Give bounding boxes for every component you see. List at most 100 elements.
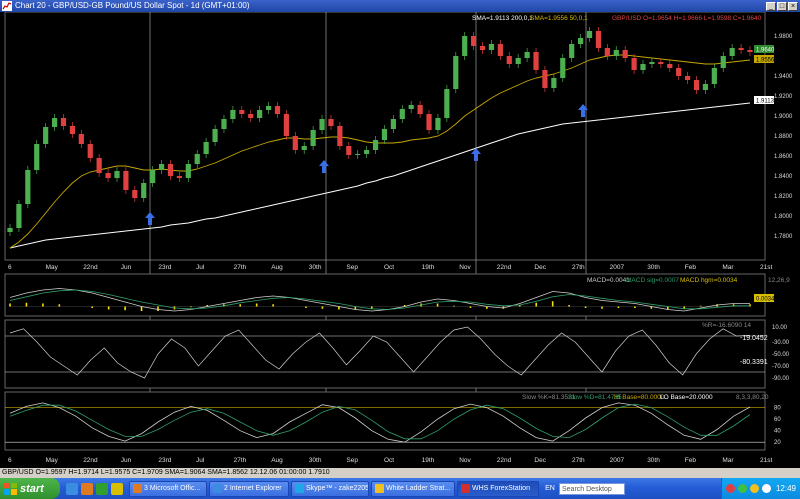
candle-body [471,36,477,46]
date-tick-label: 27th [234,264,247,271]
date-axis: 6 May 22nd Jun 23rd Jul 27th Aug 30th Sep Oct 19th N… [8,264,772,271]
candle-body [194,154,200,164]
desktop-quick-icon[interactable] [96,482,108,495]
candle-body [60,118,67,126]
date-tick-label: May [46,264,59,271]
task-label: 3 Microsoft Offic... [144,484,201,492]
candle-body [319,119,325,130]
taskbar-task-1[interactable]: 2 Internet Explorer [209,480,289,497]
task-label: Skype™ - zake2205 [306,484,369,492]
chart-canvas[interactable]: SMA=1.9113 200,0,1 SMA=1.9556 50,0,1 GBP… [2,11,798,468]
wr-trend-tag: -80.3391 [740,359,768,366]
candle-body [34,144,40,170]
task-label: 2 Internet Explorer [224,484,282,492]
price-tick-label: 1.9800 [774,34,793,40]
candle-body [7,228,13,232]
tray-icon-network[interactable] [737,484,747,493]
date-tick-label: 30th [309,264,322,271]
candle-body [747,50,753,52]
task-app-icon [133,484,142,493]
candle-body [176,176,182,178]
stoch-tick-label: 80 [774,406,781,412]
maximize-button[interactable]: □ [777,1,787,11]
candle-body [729,48,735,56]
tray-icon-antivirus[interactable] [725,484,735,493]
candle-body [185,164,191,178]
sma200-header: SMA=1.9113 200,0,1 [472,15,533,22]
chart-app-icon [2,1,12,11]
candle-body [488,44,495,50]
candle-body [328,119,334,126]
sma200-price-tag: 1.9113 [756,99,775,105]
window-title: Chart 20 - GBP/USD-GB Pound/US Dollar Sp… [15,1,250,10]
sma50-price-tag: 1.9556 [756,58,775,64]
price-tick-label: 1.8400 [774,174,793,180]
tray-icon-volume[interactable] [761,484,771,493]
candle-body [355,154,361,155]
date-tick-label: Jul [196,264,205,271]
candle-body [16,204,22,228]
media-quick-icon[interactable] [81,482,93,495]
date-tick-label: 22nd [83,457,98,464]
date-tick-label: 6 [8,457,12,464]
candle-body [390,119,396,129]
candle-body [542,70,548,88]
stoch-hi-label: HI Base=80.0000 [614,394,665,401]
start-button[interactable]: start [0,478,60,499]
date-tick-label: 27th [234,457,247,464]
date-tick-label: Aug [271,264,283,271]
candle-body [497,44,503,56]
wr-tick-label: -70.00 [772,364,790,370]
close-button[interactable]: × [788,1,798,11]
folder-quick-icon[interactable] [111,482,123,495]
candle-body [453,56,459,89]
macd-value-label: MACD=0.0041 [587,277,630,284]
taskbar-task-3[interactable]: White Ladder Strat... [371,480,455,497]
date-tick-label: Sep [346,264,358,271]
candle-body [346,146,352,155]
quick-launch [66,482,123,495]
candle-body [158,164,165,170]
candle-body [684,76,691,80]
candle-body [506,56,512,64]
language-indicator[interactable]: EN [543,485,557,492]
date-tick-label: 19th [422,264,435,271]
candle-body [462,36,468,56]
sma50-header: SMA=1.9556 50,0,1 [530,15,588,22]
date-tick-label: Feb [685,264,697,271]
date-tick-label: 22nd [83,264,98,271]
desktop-search-input[interactable]: Search Desktop [559,482,625,495]
date-tick-label: 6 [8,264,12,271]
candle-body [578,38,584,44]
window-titlebar: Chart 20 - GBP/USD-GB Pound/US Dollar Sp… [0,0,800,12]
candle-body [132,190,138,198]
ie-quick-icon[interactable] [66,482,78,495]
date-tick-label: 21st [760,264,772,271]
chart-area[interactable]: SMA=1.9113 200,0,1 SMA=1.9556 50,0,1 GBP… [2,11,798,468]
taskbar-task-0[interactable]: 3 Microsoft Offic... [129,480,207,497]
date-tick-label: Jun [121,264,132,271]
price-tick-label: 1.8000 [774,214,793,220]
window-controls: _ □ × [766,1,798,11]
stoch-params: 8,3,3,80,20 [736,394,769,401]
candle-body [622,50,628,58]
williams-r-panel[interactable] [4,319,766,389]
price-tick-label: 1.7800 [774,234,793,240]
tray-icon-messenger[interactable] [749,484,759,493]
date-tick-label: 30th [309,457,322,464]
date-tick-label: 30th [647,457,660,464]
minimize-button[interactable]: _ [766,1,776,11]
candle-body [364,150,370,154]
taskbar-task-4[interactable]: WHS ForexStation [457,480,539,497]
taskbar-task-2[interactable]: Skype™ - zake2205 [291,480,369,497]
candle-body [69,126,76,134]
price-axis: 1.9800 1.9400 1.9200 1.9000 1.8800 1.8600 1.84… [774,34,793,240]
candle-body [141,183,147,198]
task-app-icon [461,484,470,493]
windows-logo-icon [4,482,17,495]
candle-body [533,52,539,70]
candle-body [114,171,120,178]
macd-tag: 0.0034 [756,297,775,303]
candle-body [444,89,450,118]
candle-body [667,64,673,68]
